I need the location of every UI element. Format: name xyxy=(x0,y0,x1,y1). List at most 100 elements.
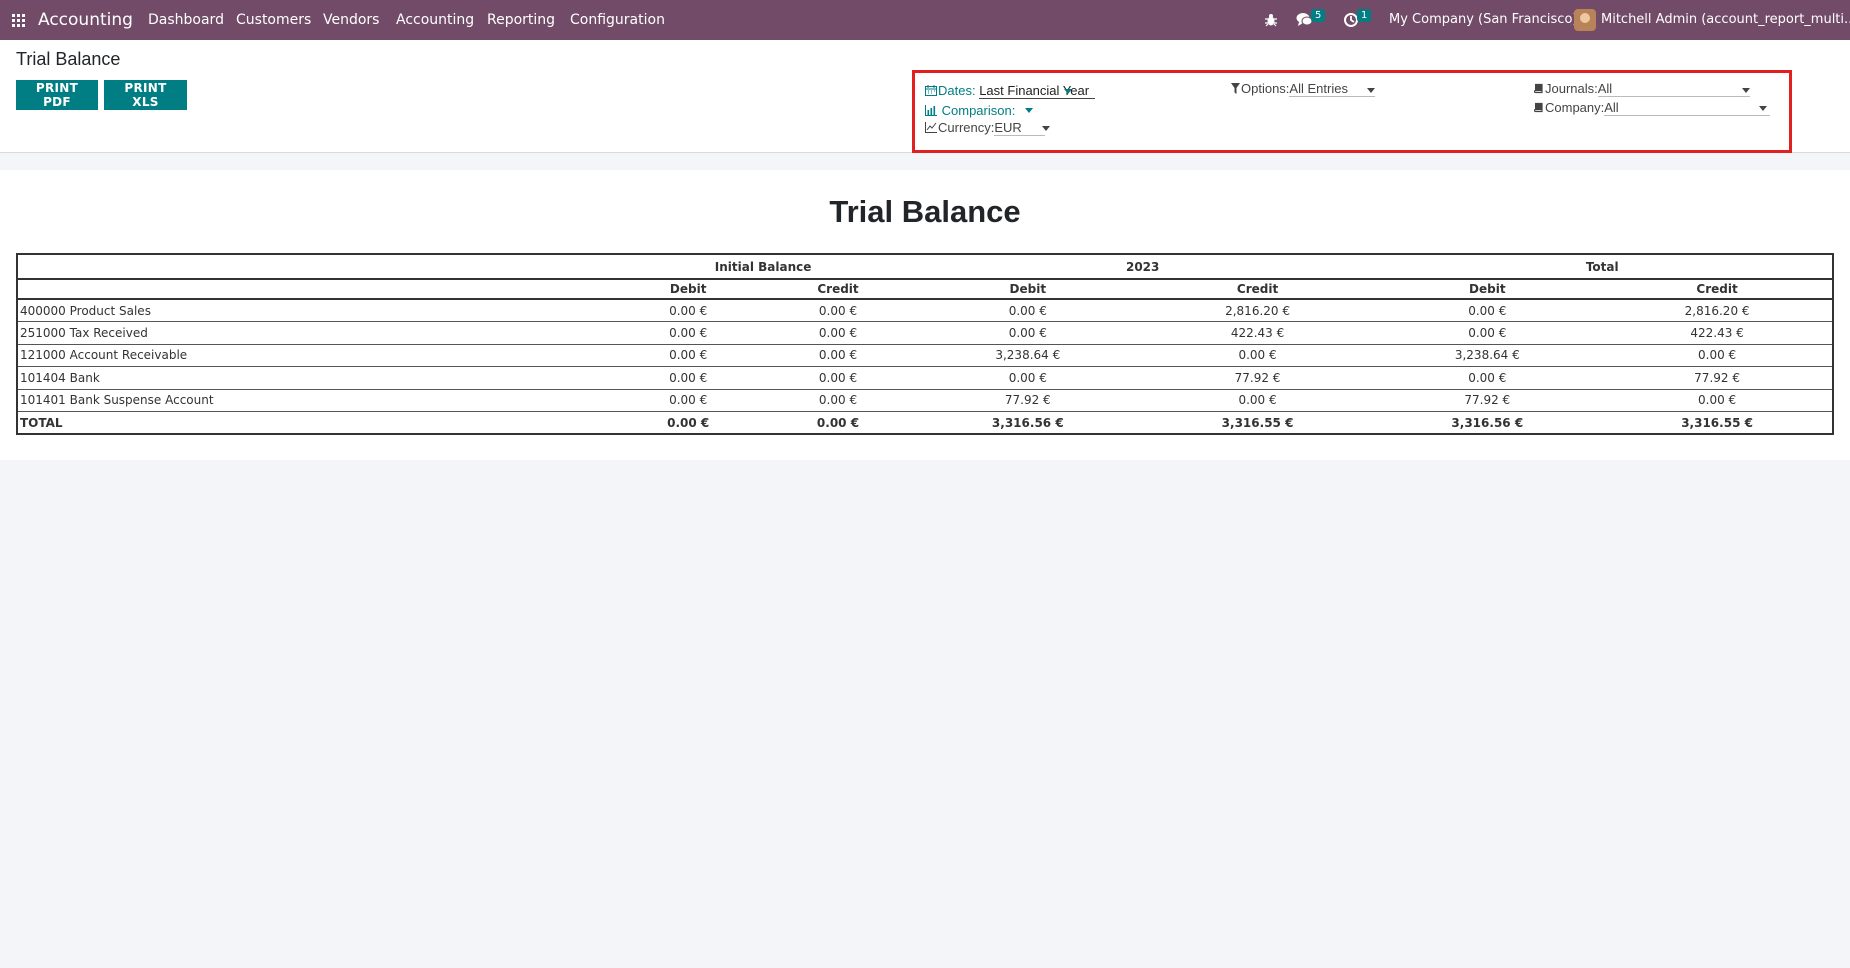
menu-customers[interactable]: Customers xyxy=(236,0,311,40)
table-cell: 0.00 € xyxy=(1372,366,1603,390)
currency-filter[interactable]: Currency:EUR xyxy=(925,120,1046,136)
column-header: Debit xyxy=(1372,279,1603,300)
table-cell: 0.00 € xyxy=(912,299,1143,322)
user-menu[interactable]: Mitchell Admin (account_report_multi... xyxy=(1601,0,1850,40)
table-cell: 0.00 € xyxy=(613,389,764,412)
table-cell: 0.00 € xyxy=(613,344,764,367)
table-cell: 3,316.56 € xyxy=(912,411,1143,435)
report-title: Trial Balance xyxy=(829,194,1021,229)
table-cell: 0.00 € xyxy=(763,321,913,345)
breadcrumb-title: Trial Balance xyxy=(16,49,121,69)
dates-label: Dates: xyxy=(938,83,976,98)
debug-bug-icon[interactable] xyxy=(1264,13,1278,27)
bar-chart-icon xyxy=(925,105,937,116)
column-header: Debit xyxy=(613,279,764,300)
calendar-icon xyxy=(925,85,937,96)
menu-configuration[interactable]: Configuration xyxy=(570,0,665,40)
options-filter[interactable]: Options:All Entries xyxy=(1231,81,1376,97)
menu-vendors[interactable]: Vendors xyxy=(323,0,379,40)
line-chart-icon xyxy=(925,122,937,133)
company-caret-icon[interactable] xyxy=(1759,106,1767,111)
top-navbar: Accounting Dashboard Customers Vendors A… xyxy=(0,0,1850,40)
messages-badge: 5 xyxy=(1311,9,1326,22)
journals-label: Journals: xyxy=(1545,81,1598,96)
group-header: Total xyxy=(1372,253,1833,280)
currency-label: Currency: xyxy=(938,120,995,135)
filters-panel: Dates: Last Financial Year Comparison: C… xyxy=(912,70,1792,153)
table-cell: 0.00 € xyxy=(912,321,1143,345)
table-cell: 77.92 € xyxy=(1602,366,1833,390)
apps-grid-icon[interactable] xyxy=(12,14,25,27)
table-cell: 0.00 € xyxy=(1142,389,1373,412)
company-switcher[interactable]: My Company (San Francisco) xyxy=(1389,0,1577,40)
journals-select[interactable]: All xyxy=(1597,81,1750,97)
total-label: TOTAL xyxy=(17,411,614,435)
table-row[interactable]: 251000 Tax Received 0.00 € 0.00 € 0.00 €… xyxy=(17,321,1833,345)
table-cell: 0.00 € xyxy=(1602,344,1833,367)
app-name[interactable]: Accounting xyxy=(38,0,133,40)
book-icon xyxy=(1534,102,1543,113)
table-cell: 0.00 € xyxy=(763,299,913,322)
report-sheet: Trial Balance Initial Balance 2023 Total… xyxy=(0,170,1850,460)
column-header xyxy=(17,279,614,300)
options-select[interactable]: All Entries xyxy=(1289,81,1376,97)
options-caret-icon[interactable] xyxy=(1367,88,1375,93)
table-cell: 3,238.64 € xyxy=(1372,344,1603,367)
currency-select[interactable]: EUR xyxy=(994,120,1046,136)
book-icon xyxy=(1534,83,1543,94)
table-cell: 3,316.56 € xyxy=(1372,411,1603,435)
table-cell: 0.00 € xyxy=(763,389,913,412)
table-cell: 0.00 € xyxy=(613,299,764,322)
journals-filter[interactable]: Journals:All xyxy=(1534,81,1750,97)
table-cell: 422.43 € xyxy=(1142,321,1373,345)
column-header: Credit xyxy=(1142,279,1373,300)
currency-caret-icon[interactable] xyxy=(1042,126,1050,131)
account-name: 121000 Account Receivable xyxy=(17,344,614,367)
account-name: 101404 Bank xyxy=(17,366,614,390)
menu-dashboard[interactable]: Dashboard xyxy=(148,0,224,40)
table-row[interactable]: 101401 Bank Suspense Account 0.00 € 0.00… xyxy=(17,389,1833,412)
table-cell: 0.00 € xyxy=(763,344,913,367)
total-row: TOTAL 0.00 € 0.00 € 3,316.56 € 3,316.55 … xyxy=(17,411,1833,435)
dates-value[interactable]: Last Financial Year xyxy=(979,83,1096,99)
table-row[interactable]: 121000 Account Receivable 0.00 € 0.00 € … xyxy=(17,344,1833,367)
company-filter[interactable]: Company:All xyxy=(1534,100,1771,116)
company-select[interactable]: All xyxy=(1604,100,1771,116)
table-cell: 77.92 € xyxy=(912,389,1143,412)
table-row[interactable]: 400000 Product Sales 0.00 € 0.00 € 0.00 … xyxy=(17,299,1833,322)
comparison-filter[interactable]: Comparison: xyxy=(925,103,1015,118)
column-header: Credit xyxy=(1602,279,1833,300)
company-label: Company: xyxy=(1545,100,1605,115)
group-header: 2023 xyxy=(912,253,1373,280)
account-name: 251000 Tax Received xyxy=(17,321,614,345)
column-header: Credit xyxy=(763,279,913,300)
table-cell: 0.00 € xyxy=(613,321,764,345)
account-name: 101401 Bank Suspense Account xyxy=(17,389,614,412)
table-cell: 0.00 € xyxy=(613,411,764,435)
table-cell: 77.92 € xyxy=(1142,366,1373,390)
table-cell: 2,816.20 € xyxy=(1142,299,1373,322)
dates-caret-icon[interactable] xyxy=(1064,89,1072,94)
table-cell: 0.00 € xyxy=(912,366,1143,390)
account-name: 400000 Product Sales xyxy=(17,299,614,322)
menu-reporting[interactable]: Reporting xyxy=(487,0,555,40)
table-cell: 422.43 € xyxy=(1602,321,1833,345)
table-row[interactable]: 101404 Bank 0.00 € 0.00 € 0.00 € 77.92 €… xyxy=(17,366,1833,390)
table-cell: 0.00 € xyxy=(763,366,913,390)
user-avatar[interactable] xyxy=(1574,9,1596,31)
table-cell: 0.00 € xyxy=(763,411,913,435)
control-panel: Trial Balance PRINT PDF PRINT XLS Dates:… xyxy=(0,40,1850,153)
table-cell: 0.00 € xyxy=(613,366,764,390)
table-cell: 2,816.20 € xyxy=(1602,299,1833,322)
account-header xyxy=(17,253,614,280)
menu-accounting[interactable]: Accounting xyxy=(396,0,474,40)
journals-caret-icon[interactable] xyxy=(1742,88,1750,93)
comparison-label: Comparison: xyxy=(941,103,1016,118)
table-cell: 0.00 € xyxy=(1602,389,1833,412)
activities-badge: 1 xyxy=(1357,9,1372,22)
print-xls-button[interactable]: PRINT XLS xyxy=(104,80,187,110)
table-cell: 3,238.64 € xyxy=(912,344,1143,367)
print-pdf-button[interactable]: PRINT PDF xyxy=(16,80,98,110)
group-header: Initial Balance xyxy=(613,253,913,280)
comparison-caret-icon[interactable] xyxy=(1025,108,1033,113)
